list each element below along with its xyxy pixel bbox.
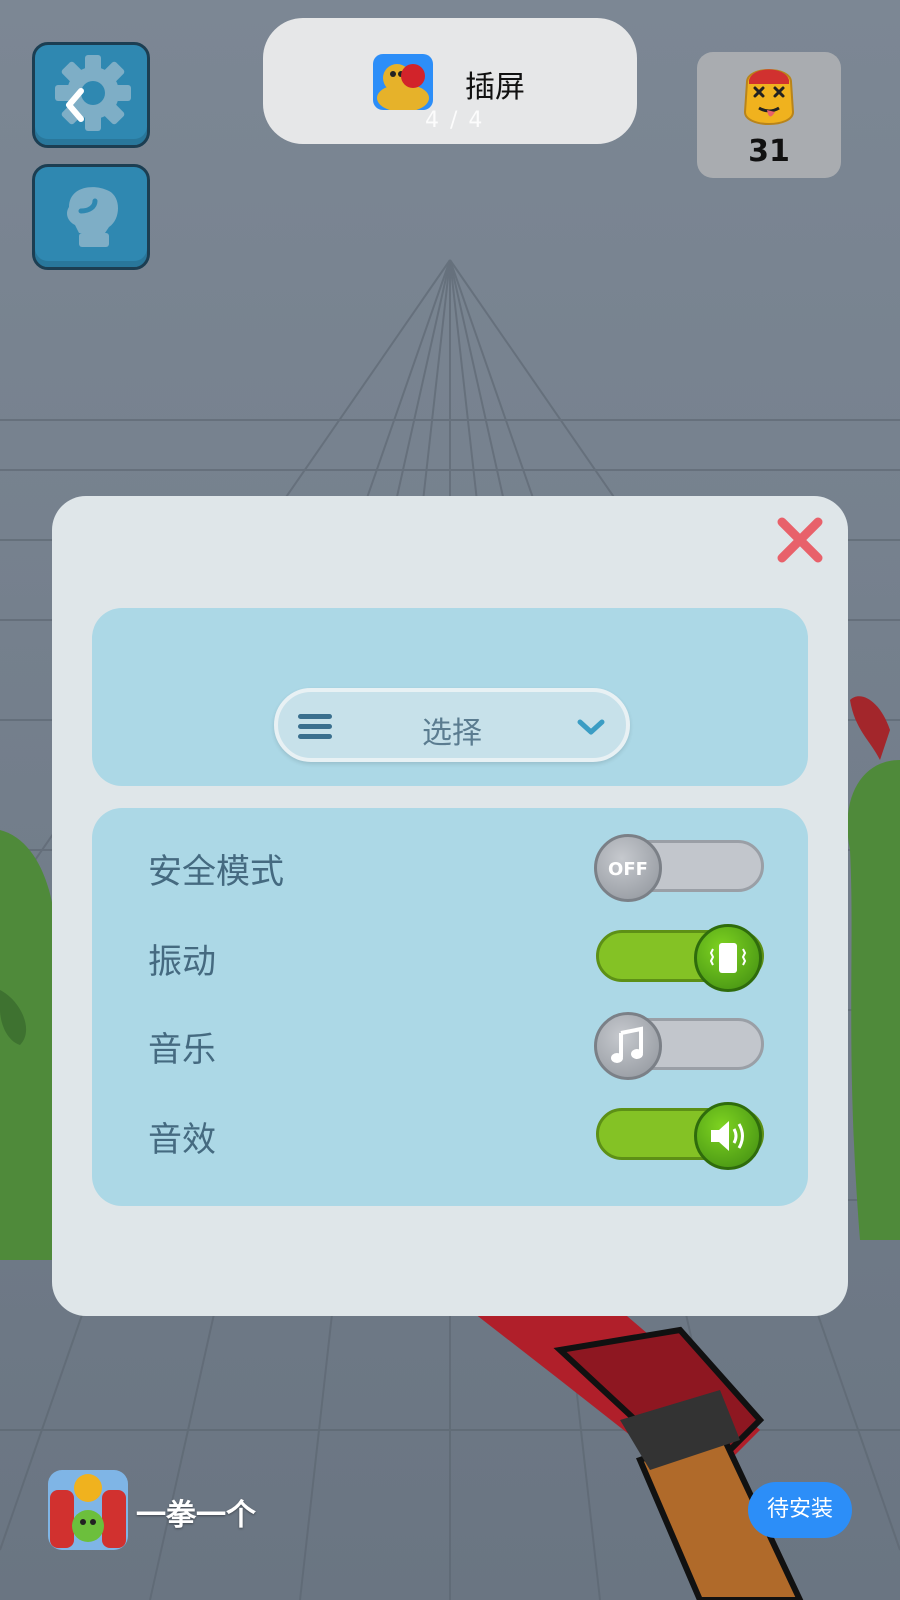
toggle-knob bbox=[694, 924, 762, 992]
close-button[interactable] bbox=[774, 514, 826, 566]
safe-mode-toggle[interactable]: OFF bbox=[594, 834, 764, 902]
dizzy-face-icon bbox=[743, 69, 795, 125]
select-dropdown[interactable]: 选择 bbox=[274, 688, 630, 762]
sound-effects-label: 音效 bbox=[148, 1120, 216, 1160]
toggle-knob: OFF bbox=[594, 834, 662, 902]
chevron-down-icon bbox=[577, 719, 605, 735]
score-value: 31 bbox=[748, 134, 790, 169]
music-toggle[interactable] bbox=[594, 1012, 764, 1080]
vibration-toggle[interactable] bbox=[596, 924, 764, 992]
toggle-knob bbox=[694, 1102, 762, 1170]
safe-mode-label: 安全模式 bbox=[148, 852, 284, 892]
boxing-glove-icon bbox=[67, 187, 118, 247]
vibration-label: 振动 bbox=[148, 942, 216, 982]
off-knob-label: OFF bbox=[608, 859, 648, 880]
music-label: 音乐 bbox=[148, 1030, 216, 1070]
safe-mode-row: 安全模式 OFF bbox=[92, 826, 808, 906]
back-chevron-icon bbox=[66, 88, 84, 122]
game-app-icon bbox=[373, 54, 433, 110]
select-card: 选择 bbox=[92, 608, 808, 786]
glove-shop-button[interactable] bbox=[32, 164, 150, 270]
vibrate-icon bbox=[709, 943, 747, 973]
ad-title: 插屏 bbox=[465, 70, 525, 105]
ad-page-counter: 4 / 4 bbox=[425, 108, 485, 133]
toggle-knob bbox=[594, 1012, 662, 1080]
settings-toggles-card: 安全模式 OFF 振动 音乐 音效 bbox=[92, 808, 808, 1206]
sound-effects-row: 音效 bbox=[92, 1094, 808, 1174]
promoted-app-icon[interactable] bbox=[48, 1470, 128, 1550]
score-counter: 31 bbox=[697, 52, 841, 178]
close-icon bbox=[777, 517, 823, 563]
back-settings-button[interactable] bbox=[32, 42, 150, 148]
interstitial-ad-header[interactable]: 插屏 4 / 4 bbox=[263, 18, 637, 144]
vibration-row: 振动 bbox=[92, 916, 808, 996]
promoted-app-name: 一拳一个 bbox=[136, 1498, 256, 1533]
sound-effects-toggle[interactable] bbox=[596, 1102, 764, 1170]
music-note-icon bbox=[611, 1026, 643, 1063]
music-row: 音乐 bbox=[92, 1004, 808, 1084]
select-label: 选择 bbox=[422, 716, 482, 751]
settings-panel: 选择 安全模式 OFF 振动 音乐 音效 bbox=[52, 496, 848, 1316]
install-button[interactable]: 待安装 bbox=[748, 1482, 852, 1538]
speaker-icon bbox=[711, 1121, 744, 1151]
